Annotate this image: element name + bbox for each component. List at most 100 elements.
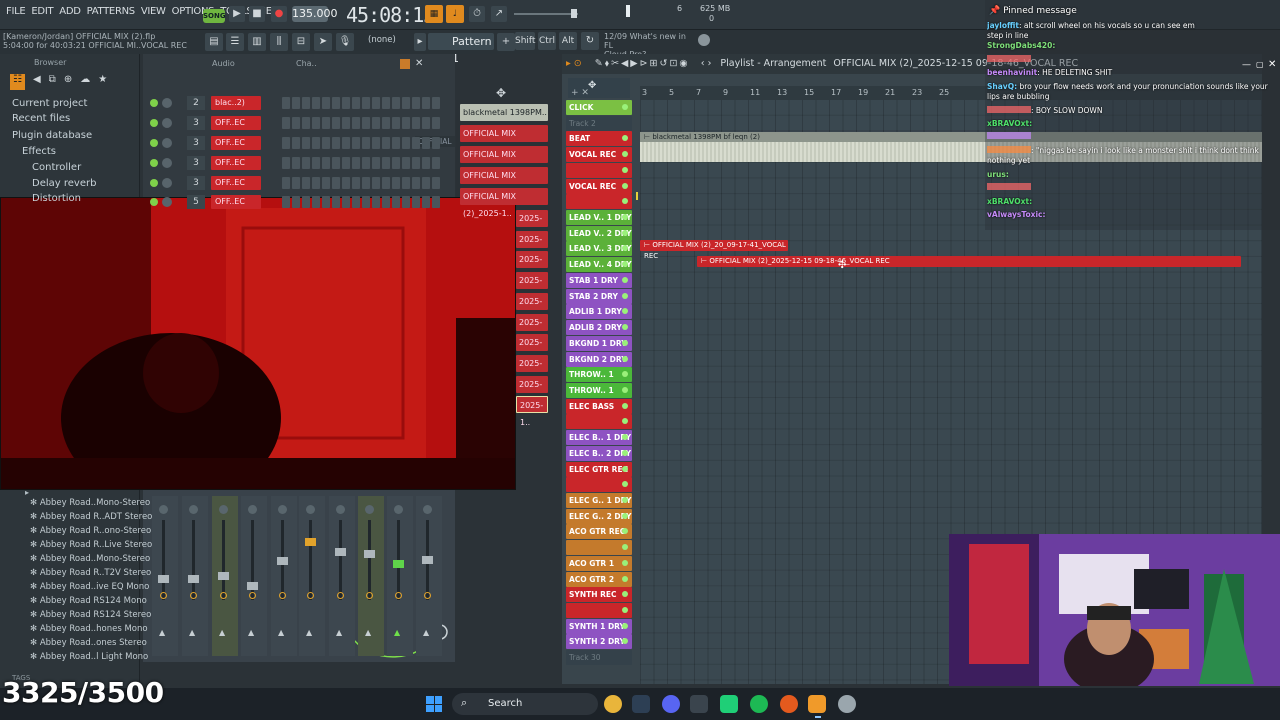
picker-clip[interactable]: 2025-1.. (516, 230, 548, 261)
track-led[interactable] (622, 449, 628, 456)
step[interactable] (312, 97, 320, 109)
step[interactable] (402, 177, 410, 189)
track-led[interactable] (622, 182, 628, 189)
taskbar-search[interactable]: Search (452, 693, 598, 715)
master-pitch-slider[interactable] (514, 13, 578, 15)
stop-button[interactable]: ■ (249, 6, 265, 22)
mixer-knob[interactable] (278, 505, 287, 514)
plugin-item[interactable]: ✻ Abbey Road..Mono-Stereo (30, 496, 150, 510)
track-led[interactable] (622, 214, 628, 221)
nav-arrows-icon[interactable]: ‹ › (701, 58, 712, 69)
fader-handle[interactable] (335, 548, 346, 556)
step[interactable] (422, 137, 430, 149)
alt-button[interactable]: Alt (559, 32, 577, 50)
track-led[interactable] (622, 512, 628, 519)
route-arrow-icon[interactable]: ▲ (306, 628, 312, 637)
browser-item[interactable]: Delay reverb (32, 176, 96, 192)
channel-number[interactable]: 3 (187, 116, 205, 130)
step[interactable] (342, 137, 350, 149)
settings-icon[interactable] (838, 695, 856, 713)
step[interactable] (352, 117, 360, 129)
step[interactable] (332, 157, 340, 169)
plugin-item[interactable]: ✻ Abbey Road..ones Stereo (30, 636, 147, 650)
news-icon[interactable]: ↻ (581, 32, 599, 50)
track-led[interactable] (622, 575, 628, 582)
plugin-icon[interactable]: ➤ (314, 33, 332, 51)
step[interactable] (302, 97, 310, 109)
mixer-knob[interactable] (365, 505, 374, 514)
step-sequencer[interactable] (282, 177, 440, 189)
mixer-knob[interactable] (248, 505, 257, 514)
view-playlist-icon[interactable]: ▤ (205, 33, 223, 51)
step-icon[interactable]: ↗ (491, 6, 507, 22)
channel-number[interactable]: 3 (187, 156, 205, 170)
step[interactable] (322, 137, 330, 149)
step[interactable] (362, 137, 370, 149)
track-led[interactable] (622, 292, 628, 299)
step[interactable] (412, 117, 420, 129)
track-led[interactable] (622, 339, 628, 346)
track-header[interactable]: Track 30 (566, 650, 632, 666)
track-led[interactable] (622, 607, 628, 614)
step[interactable] (352, 137, 360, 149)
track-led[interactable] (622, 276, 628, 283)
add-track-icon[interactable]: + ✕ (571, 88, 589, 98)
snap-select[interactable]: (none) (368, 35, 408, 49)
cloud-icon[interactable] (698, 34, 710, 46)
fader-handle[interactable] (422, 556, 433, 564)
chat-username[interactable]: vAlwaysToxic: (987, 210, 1046, 219)
cloud-icon-small[interactable]: ☁ (80, 74, 90, 90)
step[interactable] (362, 157, 370, 169)
step[interactable] (432, 177, 440, 189)
picker-clip[interactable]: OFFICIAL MIX (2)_2025-1.. (460, 125, 548, 155)
picker-clip[interactable]: OFFICIAL MIX (2)_2025-1.. (460, 167, 548, 197)
pattern-song-icon[interactable]: ▦ (425, 5, 443, 23)
step[interactable] (432, 157, 440, 169)
step[interactable] (382, 157, 390, 169)
step[interactable] (422, 157, 430, 169)
picker-clip[interactable]: 2025-1.. (516, 272, 548, 302)
step[interactable] (332, 117, 340, 129)
chat-username[interactable]: xBRAVOxt: (987, 119, 1032, 128)
chat-username[interactable]: StrongDabs420: (987, 41, 1055, 50)
step[interactable] (312, 196, 320, 208)
channel-number[interactable]: 3 (187, 176, 205, 190)
step[interactable] (332, 196, 340, 208)
rack-menu-icon[interactable] (400, 59, 410, 69)
channel-number[interactable]: 3 (187, 136, 205, 150)
picker-clip[interactable]: 2025-1.. (516, 313, 548, 344)
step[interactable] (392, 137, 400, 149)
step[interactable] (362, 97, 370, 109)
channel-led[interactable] (150, 99, 158, 107)
step[interactable] (372, 157, 380, 169)
send-knob[interactable] (424, 592, 431, 599)
mixer-knob[interactable] (306, 505, 315, 514)
files-icon[interactable] (690, 695, 708, 713)
track-led[interactable] (622, 402, 628, 409)
step[interactable] (392, 196, 400, 208)
step[interactable] (412, 177, 420, 189)
rack-tab-channel[interactable]: Cha.. (296, 59, 317, 68)
send-knob[interactable] (307, 592, 314, 599)
step[interactable] (312, 117, 320, 129)
shift-button[interactable]: Shift (515, 32, 535, 50)
channel-name[interactable]: OFF..EC (211, 156, 261, 170)
chat-username[interactable]: beenhavinit (987, 68, 1037, 77)
step[interactable] (402, 157, 410, 169)
pan-knob[interactable] (162, 138, 172, 148)
plugin-item[interactable]: ✻ Abbey Road R..T2V Stereo (30, 566, 151, 580)
step[interactable] (372, 177, 380, 189)
step[interactable] (382, 196, 390, 208)
step[interactable] (322, 117, 330, 129)
picker-clip[interactable]: OFFICIAL MIX (2)_2025-1.. (460, 188, 548, 218)
browser-item[interactable]: Effects (22, 144, 56, 160)
step[interactable] (332, 97, 340, 109)
step[interactable] (422, 177, 430, 189)
channel-name[interactable]: OFF..EC (211, 116, 261, 130)
fl-studio-icon[interactable] (808, 695, 826, 713)
step[interactable] (282, 157, 290, 169)
step[interactable] (382, 177, 390, 189)
step[interactable] (412, 196, 420, 208)
step[interactable] (342, 117, 350, 129)
discord-icon[interactable] (662, 695, 680, 713)
